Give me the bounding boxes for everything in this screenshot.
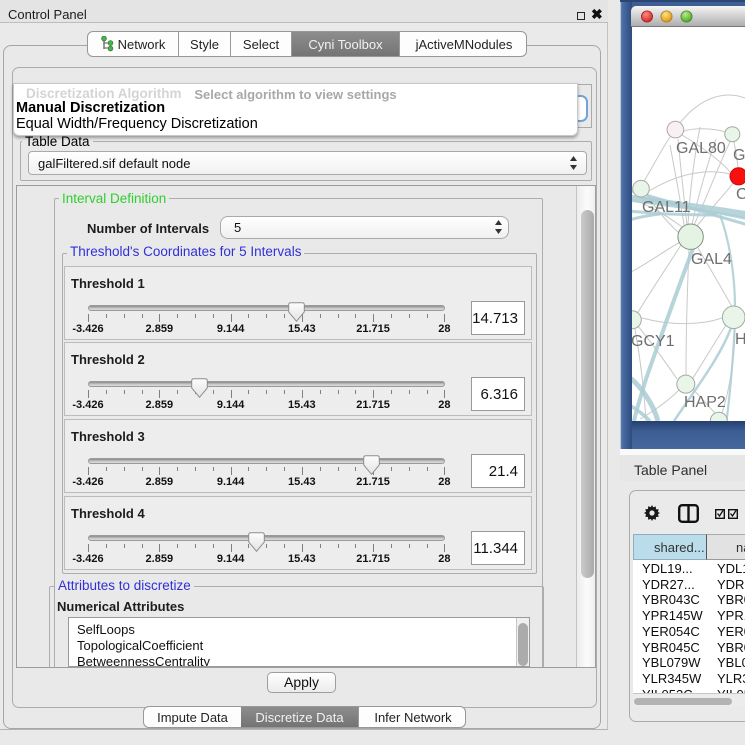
svg-text:HAP2: HAP2 [684,394,726,411]
svg-text:C: C [736,186,745,203]
svg-text:GAL11: GAL11 [642,199,691,216]
svg-text:GA: GA [733,147,745,164]
svg-text:GAL4: GAL4 [691,251,732,268]
svg-text:GAL80: GAL80 [676,140,726,157]
svg-text:H: H [735,331,745,348]
svg-text:GCY1: GCY1 [632,333,675,350]
